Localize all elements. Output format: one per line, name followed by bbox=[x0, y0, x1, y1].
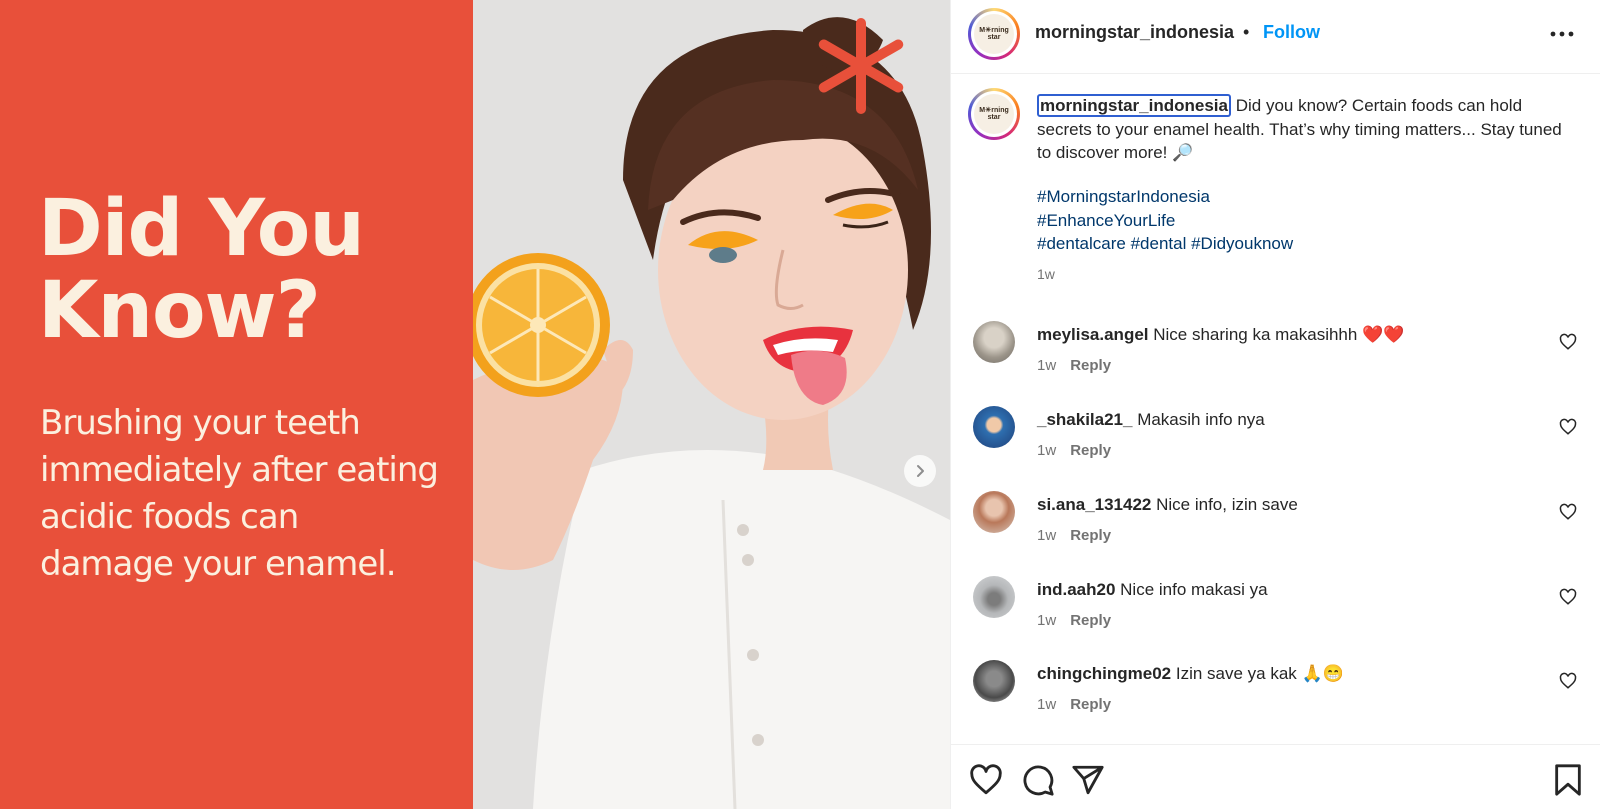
post-header: M☀rning star morningstar_indonesia • Foll… bbox=[951, 0, 1600, 74]
heart-icon[interactable] bbox=[1559, 503, 1577, 521]
comment-text: ind.aah20 Nice info makasi ya bbox=[1037, 580, 1268, 600]
hashtag-link[interactable]: #Didyouknow bbox=[1191, 234, 1293, 253]
author-username[interactable]: morningstar_indonesia bbox=[1035, 22, 1234, 43]
comment-meta: 1w Reply bbox=[1037, 527, 1111, 544]
headline-line-2: Know? bbox=[38, 266, 321, 356]
caption-avatar[interactable]: M☀rning star bbox=[968, 88, 1020, 140]
chevron-right-icon bbox=[917, 465, 924, 477]
reply-button[interactable]: Reply bbox=[1070, 442, 1111, 459]
separator-dot: • bbox=[1243, 22, 1250, 42]
comment-item: _shakila21_ Makasih info nya 1w Reply bbox=[951, 406, 1600, 476]
commenter-avatar[interactable] bbox=[973, 576, 1015, 618]
commenter-username[interactable]: chingchingme02 bbox=[1037, 664, 1171, 683]
comment-text: si.ana_131422 Nice info, izin save bbox=[1037, 495, 1298, 515]
heart-icon[interactable] bbox=[969, 763, 1003, 797]
hashtag-link[interactable]: #dental bbox=[1131, 234, 1187, 253]
commenter-avatar[interactable] bbox=[973, 406, 1015, 448]
comment-time: 1w bbox=[1037, 696, 1057, 713]
headline-line-1: Did You bbox=[38, 184, 365, 274]
heart-icon[interactable] bbox=[1559, 418, 1577, 436]
post-sidebar: M☀rning star morningstar_indonesia • Foll… bbox=[950, 0, 1600, 809]
reply-button[interactable]: Reply bbox=[1070, 527, 1111, 544]
commenter-avatar[interactable] bbox=[973, 491, 1015, 533]
comment-item: ind.aah20 Nice info makasi ya 1w Reply bbox=[951, 576, 1600, 646]
woman-with-orange-illustration bbox=[473, 0, 950, 809]
reply-button[interactable]: Reply bbox=[1070, 612, 1111, 629]
caption-timestamp[interactable]: 1w bbox=[1037, 266, 1055, 282]
reply-button[interactable]: Reply bbox=[1070, 357, 1111, 374]
commenter-avatar[interactable] bbox=[973, 321, 1015, 363]
comment-item: chingchingme02 Izin save ya kak 🙏😁 1w Rep… bbox=[951, 660, 1600, 730]
heart-icon[interactable] bbox=[1559, 333, 1577, 351]
comment-body: Nice sharing ka makasihhh ❤️❤️ bbox=[1148, 325, 1405, 344]
comment-meta: 1w Reply bbox=[1037, 612, 1111, 629]
commenter-username[interactable]: _shakila21_ bbox=[1037, 410, 1132, 429]
bookmark-icon[interactable] bbox=[1551, 763, 1585, 797]
follow-button[interactable]: Follow bbox=[1263, 22, 1320, 43]
post-media[interactable]: Did You Know? Brushing your teeth immedi… bbox=[0, 0, 950, 809]
comment-time: 1w bbox=[1037, 357, 1057, 374]
brand-logo: M☀rning star bbox=[974, 14, 1014, 54]
comment-icon[interactable] bbox=[1021, 763, 1055, 797]
reply-button[interactable]: Reply bbox=[1070, 696, 1111, 713]
author-avatar[interactable]: M☀rning star bbox=[968, 8, 1020, 60]
comment-time: 1w bbox=[1037, 527, 1057, 544]
hashtag-link[interactable]: #MorningstarIndonesia bbox=[1037, 187, 1210, 206]
commenter-avatar[interactable] bbox=[973, 660, 1015, 702]
comment-body: Nice info makasi ya bbox=[1115, 580, 1268, 599]
commenter-username[interactable]: ind.aah20 bbox=[1037, 580, 1115, 599]
action-bar bbox=[951, 744, 1600, 809]
share-icon[interactable] bbox=[1071, 763, 1105, 797]
comment-time: 1w bbox=[1037, 442, 1057, 459]
hashtag-link[interactable]: #dentalcare bbox=[1037, 234, 1126, 253]
comment-meta: 1w Reply bbox=[1037, 357, 1111, 374]
hashtag-link[interactable]: #EnhanceYourLife bbox=[1037, 211, 1175, 230]
commenter-username[interactable]: si.ana_131422 bbox=[1037, 495, 1151, 514]
info-panel: Did You Know? Brushing your teeth immedi… bbox=[0, 0, 473, 809]
commenter-username[interactable]: meylisa.angel bbox=[1037, 325, 1149, 344]
caption-text: morningstar_indonesia Did you know? Cert… bbox=[1037, 94, 1577, 165]
comment-text: _shakila21_ Makasih info nya bbox=[1037, 410, 1265, 430]
more-options-button[interactable] bbox=[1547, 22, 1577, 46]
post-photo bbox=[473, 0, 950, 809]
carousel-next-button[interactable] bbox=[904, 455, 936, 487]
heart-icon[interactable] bbox=[1559, 588, 1577, 606]
caption-username[interactable]: morningstar_indonesia bbox=[1037, 94, 1231, 117]
comment-body: Izin save ya kak 🙏😁 bbox=[1171, 664, 1344, 683]
headline: Did You Know? bbox=[38, 188, 458, 352]
heart-icon[interactable] bbox=[1559, 672, 1577, 690]
comment-meta: 1w Reply bbox=[1037, 442, 1111, 459]
hashtags: #MorningstarIndonesia #EnhanceYourLife #… bbox=[1037, 185, 1293, 256]
comment-body: Makasih info nya bbox=[1132, 410, 1265, 429]
subtext: Brushing your teeth immediately after ea… bbox=[40, 403, 439, 584]
comment-item: si.ana_131422 Nice info, izin save 1w Rep… bbox=[951, 491, 1600, 561]
comment-time: 1w bbox=[1037, 612, 1057, 629]
brand-logo: M☀rning star bbox=[974, 94, 1014, 134]
more-horizontal-icon bbox=[1550, 31, 1574, 37]
comment-meta: 1w Reply bbox=[1037, 696, 1111, 713]
comment-item: meylisa.angel Nice sharing ka makasihhh … bbox=[951, 321, 1600, 391]
comment-text: meylisa.angel Nice sharing ka makasihhh … bbox=[1037, 325, 1404, 345]
comment-body: Nice info, izin save bbox=[1151, 495, 1298, 514]
comment-text: chingchingme02 Izin save ya kak 🙏😁 bbox=[1037, 664, 1344, 684]
